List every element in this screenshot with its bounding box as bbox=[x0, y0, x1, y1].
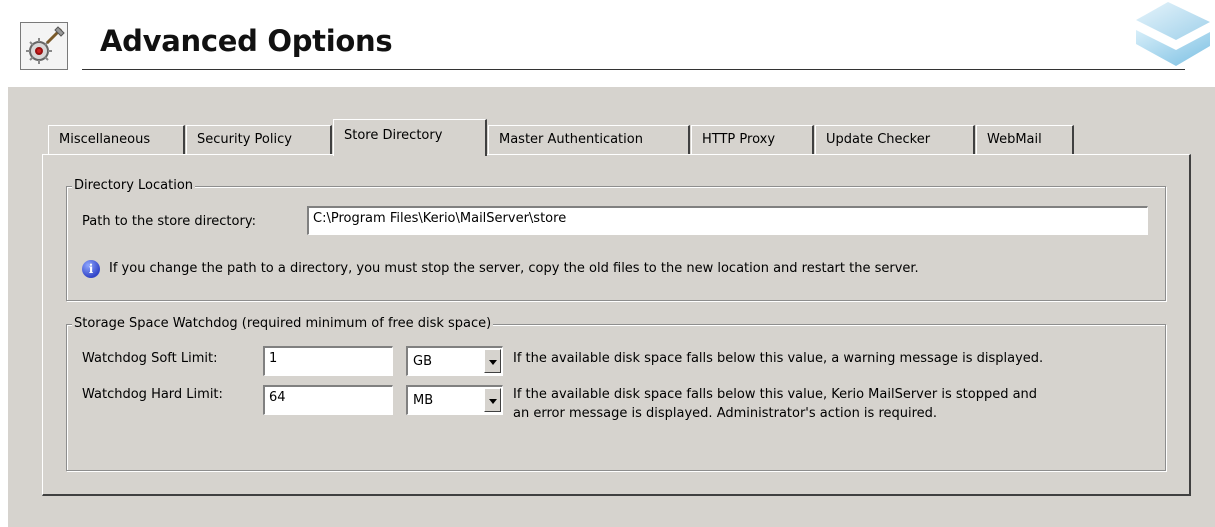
hard-limit-description-line2: an error message is displayed. Administr… bbox=[513, 406, 938, 421]
page-title: Advanced Options bbox=[100, 24, 393, 58]
tools-gear-icon bbox=[20, 22, 68, 70]
hard-limit-unit-value: MB bbox=[413, 393, 434, 408]
info-icon: i bbox=[82, 260, 100, 278]
header: Advanced Options bbox=[0, 0, 1215, 78]
storage-watchdog-title: Storage Space Watchdog (required minimum… bbox=[72, 316, 494, 332]
chevron-down-icon[interactable] bbox=[484, 349, 501, 373]
soft-limit-description: If the available disk space falls below … bbox=[513, 351, 1044, 366]
soft-limit-unit-value: GB bbox=[413, 354, 432, 369]
directory-location-title: Directory Location bbox=[72, 178, 196, 194]
tab-webmail[interactable]: WebMail bbox=[976, 125, 1074, 154]
header-divider bbox=[82, 69, 1185, 70]
dialog-body: Miscellaneous Security Policy Store Dire… bbox=[8, 87, 1215, 527]
soft-limit-input[interactable]: 1 bbox=[263, 346, 393, 376]
kerio-logo-icon bbox=[1118, 0, 1215, 80]
storage-watchdog-group: Storage Space Watchdog (required minimum… bbox=[66, 316, 1166, 471]
hard-limit-input[interactable]: 64 bbox=[263, 385, 393, 415]
tab-http-proxy[interactable]: HTTP Proxy bbox=[691, 125, 814, 154]
soft-limit-label: Watchdog Soft Limit: bbox=[82, 351, 218, 366]
hard-limit-unit-select[interactable]: MB bbox=[406, 385, 503, 415]
tab-security-policy[interactable]: Security Policy bbox=[186, 125, 332, 154]
hard-limit-label: Watchdog Hard Limit: bbox=[82, 387, 223, 402]
tab-miscellaneous[interactable]: Miscellaneous bbox=[48, 125, 185, 154]
tab-content-store-directory: Directory Location Path to the store dir… bbox=[42, 154, 1191, 496]
store-path-label: Path to the store directory: bbox=[82, 214, 256, 229]
tab-store-directory[interactable]: Store Directory bbox=[333, 119, 487, 156]
store-path-input[interactable]: C:\Program Files\Kerio\MailServer\store bbox=[307, 206, 1148, 235]
hard-limit-description-line1: If the available disk space falls below … bbox=[513, 387, 1038, 402]
tab-update-checker[interactable]: Update Checker bbox=[815, 125, 975, 154]
directory-location-group: Directory Location Path to the store dir… bbox=[66, 178, 1166, 301]
soft-limit-unit-select[interactable]: GB bbox=[406, 346, 503, 376]
chevron-down-icon[interactable] bbox=[484, 388, 501, 412]
store-path-info-text: If you change the path to a directory, y… bbox=[109, 261, 919, 276]
tab-master-authentication[interactable]: Master Authentication bbox=[488, 125, 690, 154]
